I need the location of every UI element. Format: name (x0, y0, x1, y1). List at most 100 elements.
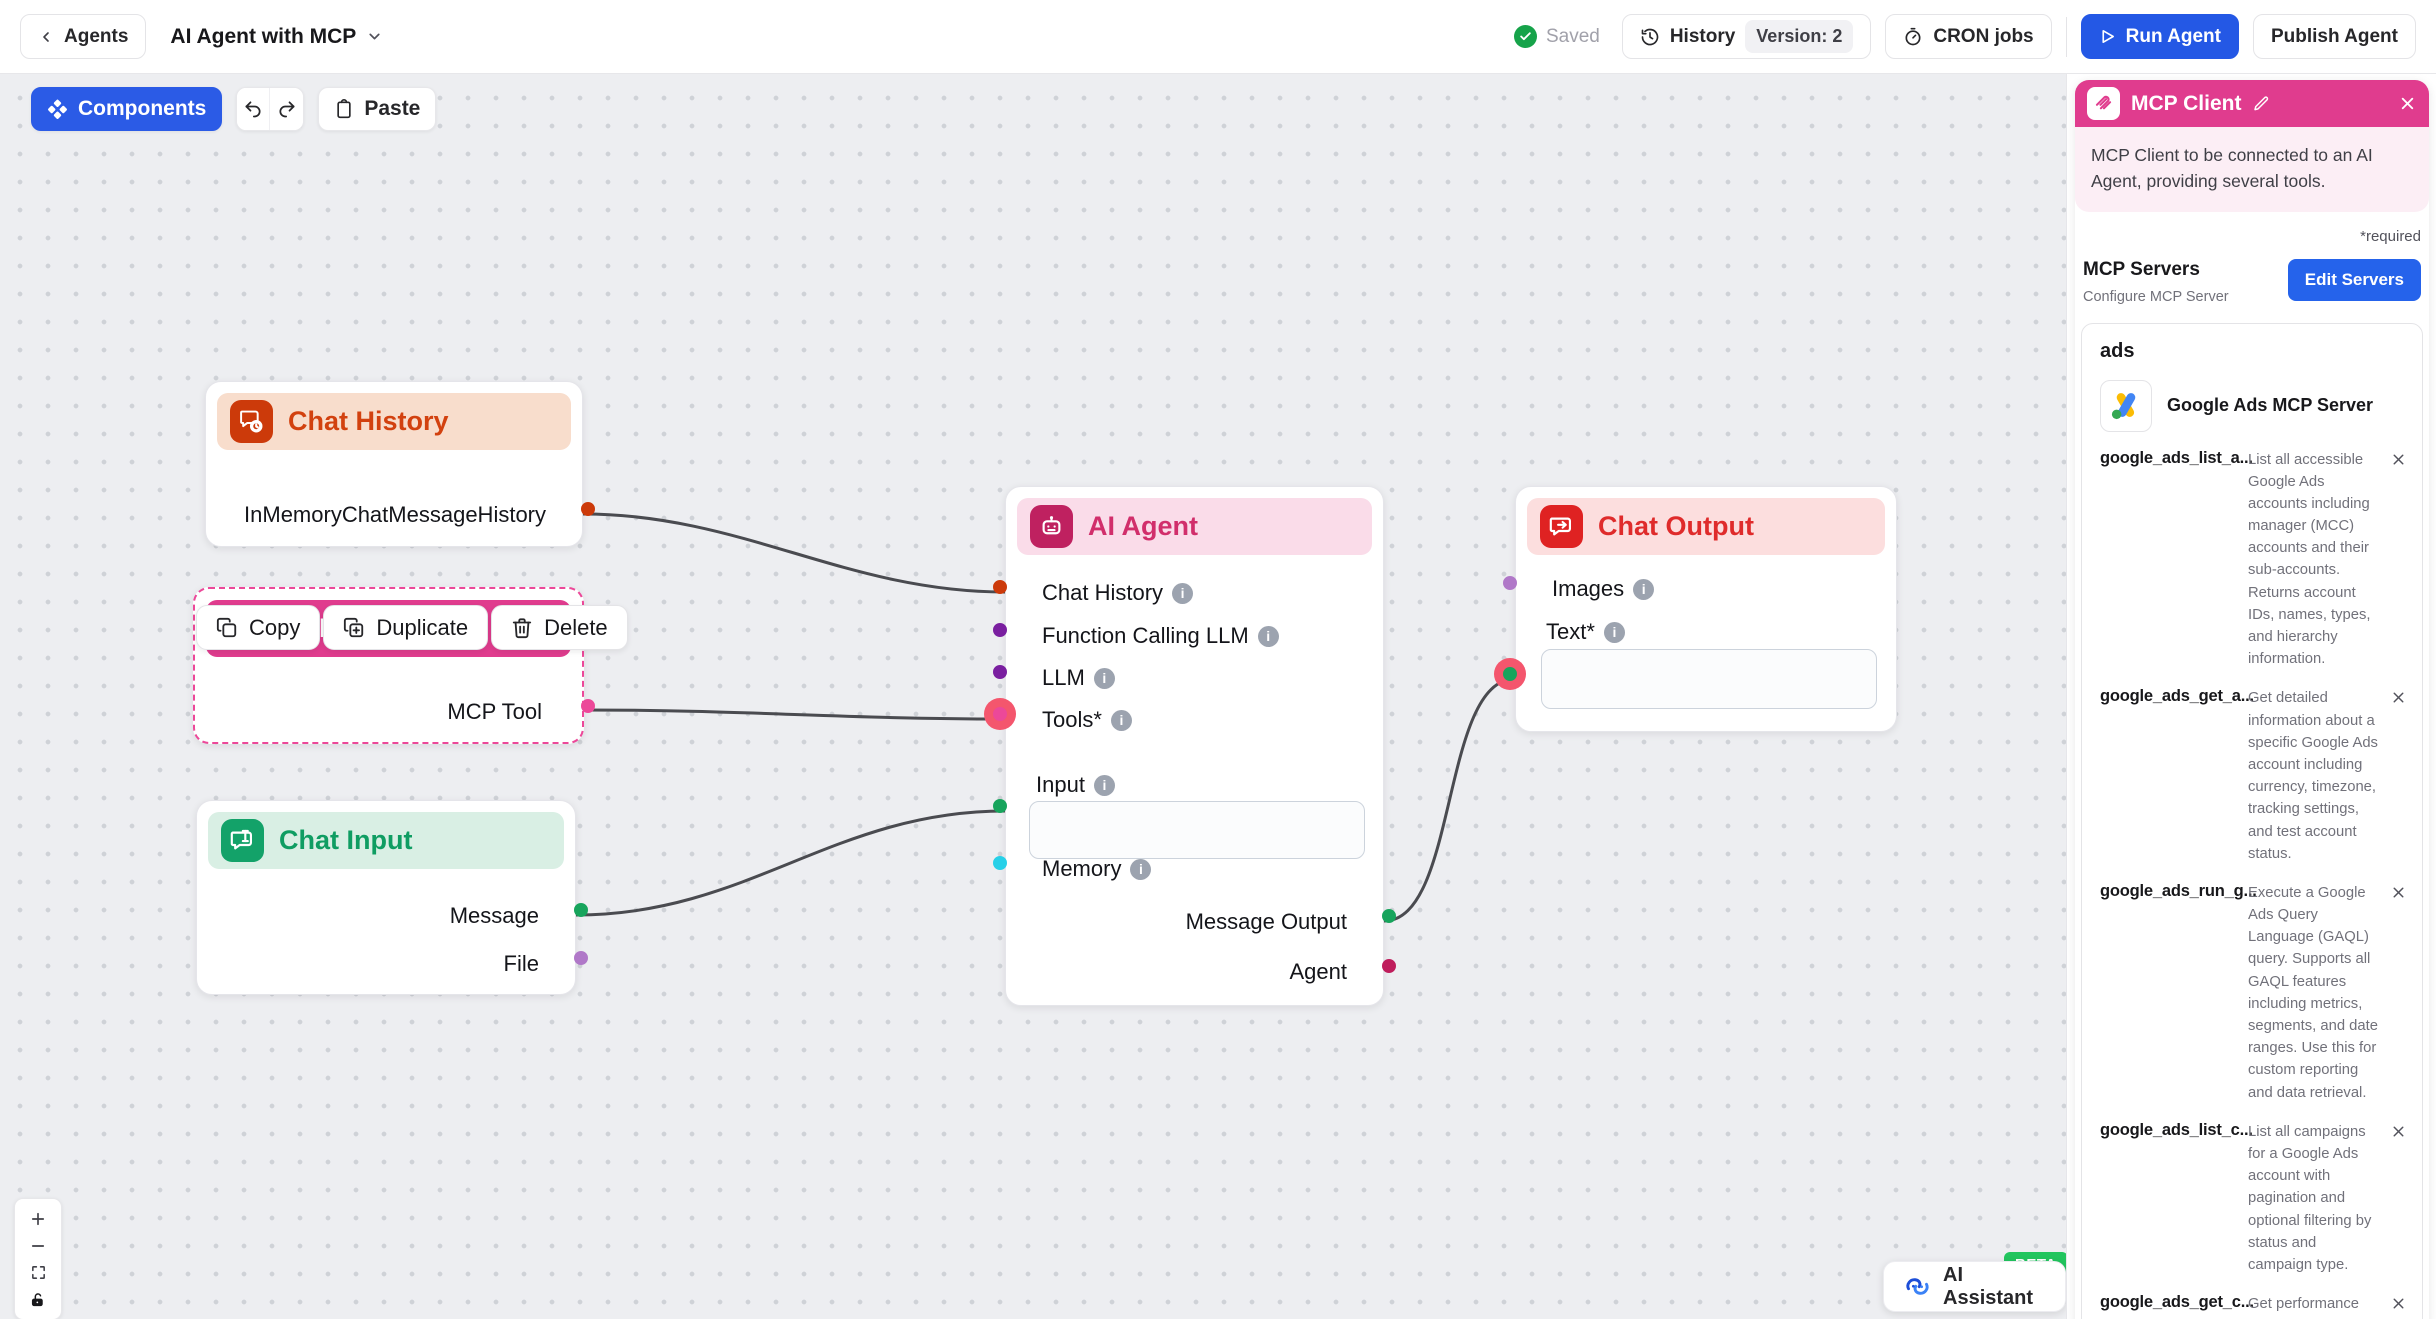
edge-mcp-to-tools (584, 710, 1005, 719)
save-status: Saved (1514, 25, 1600, 48)
agent-input-field[interactable] (1029, 801, 1365, 859)
paste-button[interactable]: Paste (318, 87, 436, 131)
panel-header: MCP Client (2075, 80, 2429, 127)
duplicate-icon (343, 617, 365, 639)
back-label: Agents (64, 26, 128, 48)
ai-assistant-icon (1904, 1273, 1931, 1300)
remove-tool-icon[interactable] (2390, 1293, 2410, 1319)
node-title: AI Agent (1088, 511, 1198, 542)
port-llm-in[interactable] (993, 665, 1007, 679)
info-icon[interactable]: i (1604, 622, 1625, 643)
mcp-servers-sublabel: Configure MCP Server (2083, 289, 2229, 305)
port-tools-in[interactable] (993, 707, 1007, 721)
close-panel-icon[interactable] (2398, 94, 2417, 113)
port-function-calling-llm-in[interactable] (993, 623, 1007, 637)
trash-icon (511, 617, 533, 639)
port-message-out[interactable] (574, 903, 588, 917)
node-chat-input[interactable]: Chat Input Message File (196, 800, 576, 995)
tool-name: google_ads_list_c... (2100, 1121, 2238, 1276)
info-icon[interactable]: i (1094, 775, 1115, 796)
edge-output-to-text (1384, 679, 1515, 921)
back-to-agents-button[interactable]: Agents (20, 14, 146, 59)
port-agent-out[interactable] (1382, 959, 1396, 973)
topbar-divider (2066, 17, 2067, 57)
text-input-field[interactable] (1541, 649, 1877, 709)
chat-output-icon (1540, 505, 1583, 548)
port-label-message: Message (227, 901, 539, 931)
redo-button[interactable] (270, 88, 303, 130)
tools-card: ads Google Ads MCP Server google_ad (2081, 323, 2423, 1319)
port-message-output-out[interactable] (1382, 909, 1396, 923)
components-icon (47, 99, 68, 120)
tool-name: google_ads_get_c... (2100, 1293, 2238, 1319)
cron-jobs-button[interactable]: CRON jobs (1885, 14, 2051, 59)
remove-tool-icon[interactable] (2390, 687, 2410, 865)
undo-button[interactable] (237, 88, 270, 130)
panel-description: MCP Client to be connected to an AI Agen… (2075, 127, 2429, 212)
ai-agent-icon (1030, 505, 1073, 548)
chat-history-icon (230, 400, 273, 443)
lock-button[interactable] (16, 1286, 60, 1313)
components-button[interactable]: Components (31, 87, 222, 131)
duplicate-button[interactable]: Duplicate (323, 605, 488, 650)
tool-row: google_ads_get_c... Get performance metr… (2094, 1293, 2410, 1319)
remove-tool-icon[interactable] (2390, 449, 2410, 671)
remove-tool-icon[interactable] (2390, 1121, 2410, 1276)
port-label-input: Input i (1036, 770, 1115, 800)
mcp-client-panel: MCP Client MCP Client to be connected to… (2075, 80, 2429, 1319)
port-chat-history-in[interactable] (993, 580, 1007, 594)
info-icon[interactable]: i (1111, 710, 1132, 731)
tool-description: List all campaigns for a Google Ads acco… (2248, 1121, 2380, 1276)
port-inmemorychatmessagehistory-out[interactable] (581, 502, 595, 516)
info-icon[interactable]: i (1633, 579, 1654, 600)
run-agent-button[interactable]: Run Agent (2081, 14, 2239, 59)
node-chat-history[interactable]: Chat History InMemoryChatMessageHistory (205, 381, 583, 547)
history-icon (1640, 27, 1660, 47)
fit-view-button[interactable] (16, 1259, 60, 1286)
port-input-in[interactable] (993, 799, 1007, 813)
tool-description: Get performance metrics for campaigns in… (2248, 1293, 2380, 1319)
canvas-toolbar: Components Paste (31, 87, 436, 131)
server-row[interactable]: Google Ads MCP Server (2094, 380, 2410, 432)
info-icon[interactable]: i (1172, 583, 1193, 604)
zoom-in-button[interactable] (16, 1205, 60, 1232)
port-memory-in[interactable] (993, 856, 1007, 870)
google-ads-icon (2100, 380, 2152, 432)
mcp-servers-label: MCP Servers (2083, 259, 2229, 281)
port-text-in[interactable] (1503, 667, 1517, 681)
port-label-mcp-tool: MCP Tool (225, 697, 542, 727)
panel-title: MCP Client (2131, 92, 2241, 116)
edit-servers-button[interactable]: Edit Servers (2288, 259, 2421, 301)
zoom-out-button[interactable] (16, 1232, 60, 1259)
tool-name: google_ads_list_a... (2100, 449, 2238, 671)
chat-input-icon (221, 819, 264, 862)
port-label-agent: Agent (1036, 957, 1347, 987)
port-file-out[interactable] (574, 951, 588, 965)
chevron-left-icon (38, 29, 54, 45)
port-label-file: File (227, 949, 539, 979)
info-icon[interactable]: i (1258, 626, 1279, 647)
chevron-down-icon (366, 28, 383, 45)
remove-tool-icon[interactable] (2390, 882, 2410, 1104)
server-name: Google Ads MCP Server (2167, 395, 2373, 416)
info-icon[interactable]: i (1130, 859, 1151, 880)
flow-canvas[interactable]: Components Paste (0, 74, 2066, 1319)
edit-name-icon[interactable] (2252, 95, 2270, 113)
play-icon (2099, 28, 2116, 45)
port-label-message-output: Message Output (1036, 907, 1347, 937)
publish-agent-button[interactable]: Publish Agent (2253, 14, 2416, 59)
copy-button[interactable]: Copy (196, 605, 320, 650)
node-chat-output[interactable]: Chat Output Images i Text* i (1515, 486, 1897, 732)
port-images-in[interactable] (1503, 576, 1517, 590)
node-ai-agent[interactable]: AI Agent Chat History i Function Calling… (1005, 486, 1384, 1006)
info-icon[interactable]: i (1094, 668, 1115, 689)
port-label-tools: Tools* i (1042, 705, 1132, 735)
port-label-fcllm: Function Calling LLM i (1042, 621, 1279, 651)
port-mcp-tool-out[interactable] (581, 699, 595, 713)
port-label-chat-history: Chat History i (1042, 578, 1193, 608)
delete-button[interactable]: Delete (491, 605, 628, 650)
flow-name[interactable]: AI Agent with MCP (170, 25, 383, 49)
version-badge: Version: 2 (1745, 20, 1853, 53)
history-button[interactable]: History Version: 2 (1622, 14, 1872, 59)
ai-assistant-button[interactable]: AI Assistant (1883, 1261, 2066, 1312)
